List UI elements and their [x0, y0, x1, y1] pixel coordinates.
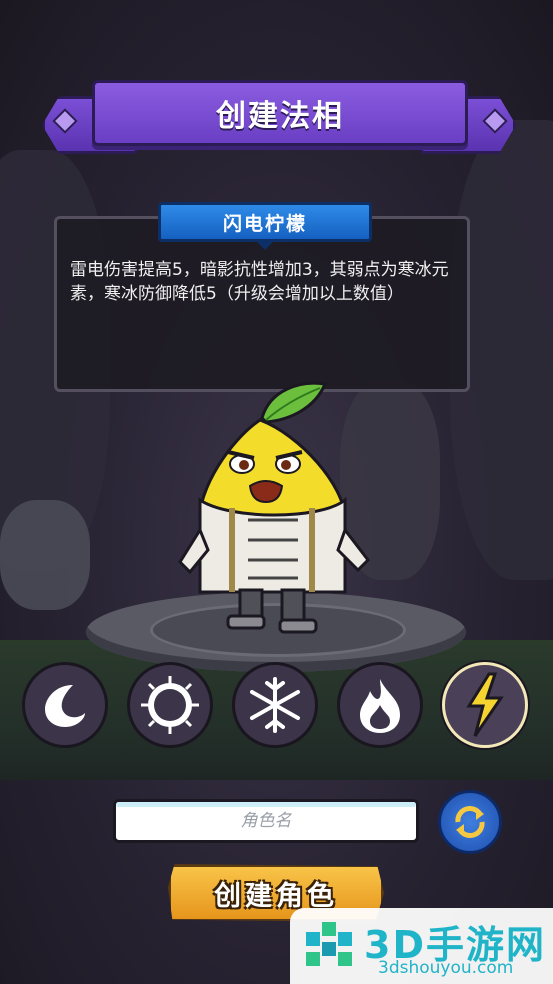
- element-moon-button[interactable]: [22, 662, 108, 748]
- element-lightning-button[interactable]: [442, 662, 528, 748]
- refresh-icon: [455, 806, 485, 838]
- lightning-icon: [466, 672, 504, 737]
- element-selector: [22, 662, 534, 752]
- watermark-logo-icon: [306, 922, 352, 966]
- lemon-character: [178, 381, 370, 634]
- sun-icon: [141, 676, 199, 734]
- element-sun-button[interactable]: [127, 662, 213, 748]
- class-description: 雷电伤害提高5，暗影抗性增加3，其弱点为寒冰元素，寒冰防御降低5（升级会增加以上…: [70, 260, 449, 304]
- input-highlight: [116, 802, 416, 807]
- snowflake-icon: [250, 677, 300, 733]
- class-name-tab: 闪电柠檬: [158, 202, 372, 250]
- moon-icon: [45, 685, 85, 727]
- element-ice-button[interactable]: [232, 662, 318, 748]
- title-banner: 创建法相: [92, 80, 468, 146]
- watermark: 3D手游网 3dshouyou.com: [290, 908, 553, 984]
- random-name-button[interactable]: [438, 790, 502, 854]
- flame-icon: [360, 679, 400, 733]
- class-name: 闪电柠檬: [222, 212, 307, 235]
- watermark-url: 3dshouyou.com: [378, 958, 514, 978]
- boulder-left: [0, 500, 90, 610]
- element-fire-button[interactable]: [337, 662, 423, 748]
- create-button-label: 创建角色: [214, 880, 338, 912]
- page-title: 创建法相: [216, 99, 344, 134]
